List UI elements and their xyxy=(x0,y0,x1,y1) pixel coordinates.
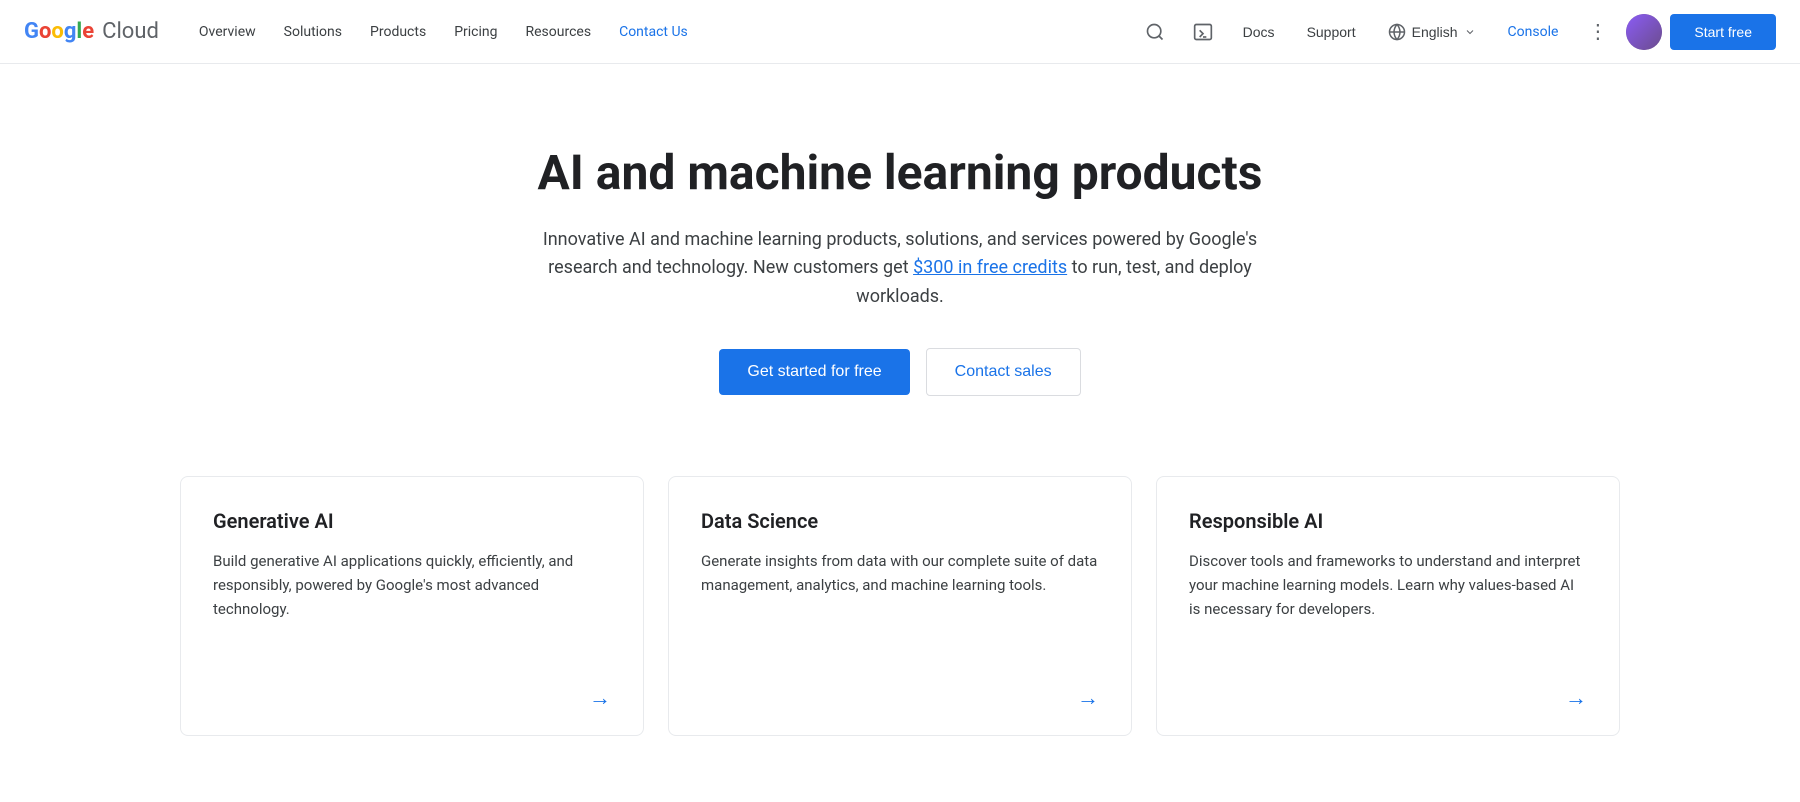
card-generative-ai-title: Generative AI xyxy=(213,509,611,533)
search-button[interactable] xyxy=(1135,12,1175,52)
card-generative-ai[interactable]: Generative AI Build generative AI applic… xyxy=(180,476,644,736)
nav-overview[interactable]: Overview xyxy=(187,16,268,48)
credits-link[interactable]: $300 in free credits xyxy=(913,257,1067,278)
card-responsible-ai-arrow: → xyxy=(1189,685,1587,711)
nav-links: Overview Solutions Products Pricing Reso… xyxy=(187,16,1135,48)
cards-section: Generative AI Build generative AI applic… xyxy=(100,456,1700,796)
card-data-science[interactable]: Data Science Generate insights from data… xyxy=(668,476,1132,736)
nav-pricing[interactable]: Pricing xyxy=(442,16,509,48)
start-free-button[interactable]: Start free xyxy=(1670,14,1776,50)
google-g-logo: Google xyxy=(24,21,94,43)
hero-description: Innovative AI and machine learning produ… xyxy=(520,226,1280,312)
more-options-button[interactable]: ⋮ xyxy=(1578,12,1618,52)
arrow-icon: → xyxy=(1077,685,1099,711)
get-started-button[interactable]: Get started for free xyxy=(719,349,909,395)
contact-sales-button[interactable]: Contact sales xyxy=(926,348,1081,396)
console-link[interactable]: Console xyxy=(1496,16,1571,48)
docs-button[interactable]: Docs xyxy=(1231,16,1287,48)
arrow-icon: → xyxy=(589,685,611,711)
hero-title: AI and machine learning products xyxy=(474,144,1326,202)
chevron-down-icon xyxy=(1464,26,1476,38)
card-data-science-title: Data Science xyxy=(701,509,1099,533)
nav-products[interactable]: Products xyxy=(358,16,438,48)
cards-grid: Generative AI Build generative AI applic… xyxy=(180,476,1620,736)
card-responsible-ai-title: Responsible AI xyxy=(1189,509,1587,533)
nav-resources[interactable]: Resources xyxy=(514,16,604,48)
arrow-icon: → xyxy=(1565,685,1587,711)
language-selector[interactable]: English xyxy=(1376,15,1488,49)
card-generative-ai-desc: Build generative AI applications quickly… xyxy=(213,549,611,661)
google-cloud-logo[interactable]: Google Cloud xyxy=(24,19,159,44)
support-button[interactable]: Support xyxy=(1295,16,1368,48)
card-generative-ai-arrow: → xyxy=(213,685,611,711)
nav-contact-us[interactable]: Contact Us xyxy=(607,16,700,48)
hero-buttons: Get started for free Contact sales xyxy=(474,348,1326,396)
card-responsible-ai[interactable]: Responsible AI Discover tools and framew… xyxy=(1156,476,1620,736)
nav-solutions[interactable]: Solutions xyxy=(272,16,354,48)
user-avatar[interactable] xyxy=(1626,14,1662,50)
card-responsible-ai-desc: Discover tools and frameworks to underst… xyxy=(1189,549,1587,661)
navbar: Google Cloud Overview Solutions Products… xyxy=(0,0,1800,64)
card-data-science-desc: Generate insights from data with our com… xyxy=(701,549,1099,661)
language-label: English xyxy=(1412,24,1458,40)
card-data-science-arrow: → xyxy=(701,685,1099,711)
hero-section: AI and machine learning products Innovat… xyxy=(450,64,1350,456)
nav-right: Docs Support English Console ⋮ Start fre… xyxy=(1135,12,1776,52)
terminal-button[interactable] xyxy=(1183,12,1223,52)
cloud-logo-text: Cloud xyxy=(102,19,159,44)
avatar-image xyxy=(1626,14,1662,50)
